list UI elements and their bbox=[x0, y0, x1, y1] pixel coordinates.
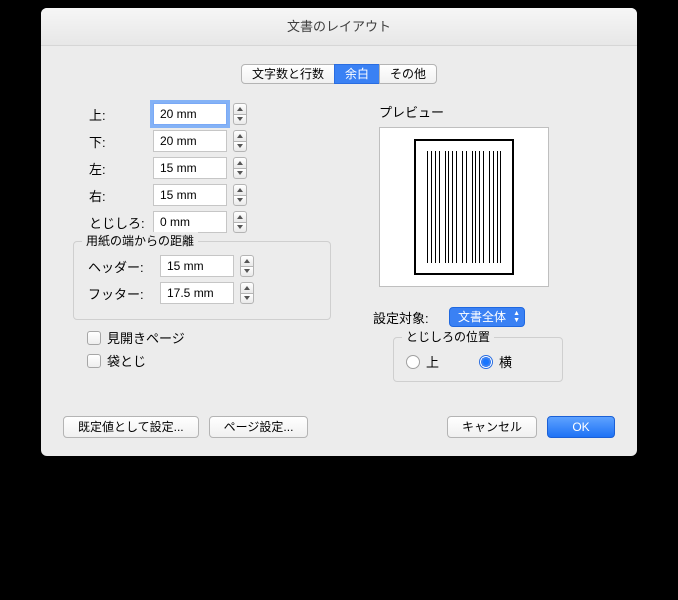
header-distance-stepper[interactable] bbox=[240, 255, 254, 277]
ok-button[interactable]: OK bbox=[547, 416, 615, 438]
label-footer: フッター: bbox=[84, 284, 160, 303]
checkbox-book-fold[interactable]: 袋とじ bbox=[87, 351, 363, 370]
left-margin-input[interactable] bbox=[153, 157, 227, 179]
window-title: 文書のレイアウト bbox=[41, 8, 637, 46]
checkbox-icon bbox=[87, 331, 101, 345]
top-margin-input[interactable] bbox=[153, 103, 227, 125]
group-gutter-position: とじしろの位置 上 横 bbox=[393, 337, 563, 382]
bottom-margin-stepper[interactable] bbox=[233, 130, 247, 152]
footer-distance-stepper[interactable] bbox=[240, 282, 254, 304]
page-thumbnail bbox=[414, 139, 514, 275]
gutter-field[interactable] bbox=[153, 211, 247, 233]
dialog-document-layout: 文書のレイアウト 文字数と行数 余白 その他 上: 下: bbox=[41, 8, 637, 456]
radio-gutter-top[interactable]: 上 bbox=[406, 352, 439, 371]
footer-distance-field[interactable] bbox=[160, 282, 254, 304]
checkbox-facing-label: 見開きページ bbox=[107, 328, 185, 347]
right-panel: プレビュー 設定対象: bbox=[363, 98, 615, 382]
label-gutter: とじしろ: bbox=[63, 213, 153, 232]
cancel-button[interactable]: キャンセル bbox=[447, 416, 537, 438]
radio-gutter-side-label: 横 bbox=[499, 352, 512, 371]
header-distance-field[interactable] bbox=[160, 255, 254, 277]
dialog-footer: 既定値として設定... ページ設定... キャンセル OK bbox=[63, 416, 615, 438]
footer-distance-input[interactable] bbox=[160, 282, 234, 304]
tab-chars[interactable]: 文字数と行数 bbox=[241, 64, 335, 84]
label-top: 上: bbox=[63, 105, 153, 124]
label-bottom: 下: bbox=[63, 132, 153, 151]
gutter-pos-legend: とじしろの位置 bbox=[402, 328, 494, 345]
apply-to-select[interactable]: 文書全体 ▲▼ bbox=[449, 307, 525, 327]
gutter-input[interactable] bbox=[153, 211, 227, 233]
bottom-margin-input[interactable] bbox=[153, 130, 227, 152]
gutter-stepper[interactable] bbox=[233, 211, 247, 233]
page-setup-button[interactable]: ページ設定... bbox=[209, 416, 309, 438]
left-margin-field[interactable] bbox=[153, 157, 247, 179]
tabs: 文字数と行数 余白 その他 bbox=[63, 64, 615, 84]
top-margin-stepper[interactable] bbox=[233, 103, 247, 125]
right-margin-input[interactable] bbox=[153, 184, 227, 206]
set-defaults-button[interactable]: 既定値として設定... bbox=[63, 416, 199, 438]
right-margin-stepper[interactable] bbox=[233, 184, 247, 206]
radio-gutter-top-label: 上 bbox=[426, 352, 439, 371]
header-distance-input[interactable] bbox=[160, 255, 234, 277]
checkbox-icon bbox=[87, 354, 101, 368]
preview-box bbox=[379, 127, 549, 287]
tab-margins[interactable]: 余白 bbox=[334, 64, 380, 84]
radio-icon bbox=[406, 355, 420, 369]
label-left: 左: bbox=[63, 159, 153, 178]
bottom-margin-field[interactable] bbox=[153, 130, 247, 152]
label-header: ヘッダー: bbox=[84, 257, 160, 276]
top-margin-field[interactable] bbox=[153, 103, 247, 125]
checkbox-facing-pages[interactable]: 見開きページ bbox=[87, 328, 363, 347]
radio-gutter-side[interactable]: 横 bbox=[479, 352, 512, 371]
group-edge-distance: 用紙の端からの距離 ヘッダー: フッター: bbox=[73, 241, 331, 320]
radio-icon bbox=[479, 355, 493, 369]
apply-to-value: 文書全体 bbox=[458, 310, 506, 324]
checkbox-bookfold-label: 袋とじ bbox=[107, 351, 146, 370]
group-edge-legend: 用紙の端からの距離 bbox=[82, 232, 198, 249]
preview-heading: プレビュー bbox=[379, 102, 615, 121]
right-margin-field[interactable] bbox=[153, 184, 247, 206]
left-panel: 上: 下: 左: bbox=[63, 98, 363, 382]
tab-other[interactable]: その他 bbox=[379, 64, 437, 84]
left-margin-stepper[interactable] bbox=[233, 157, 247, 179]
chevron-updown-icon: ▲▼ bbox=[513, 310, 520, 324]
label-right: 右: bbox=[63, 186, 153, 205]
apply-to-label: 設定対象: bbox=[373, 308, 449, 327]
